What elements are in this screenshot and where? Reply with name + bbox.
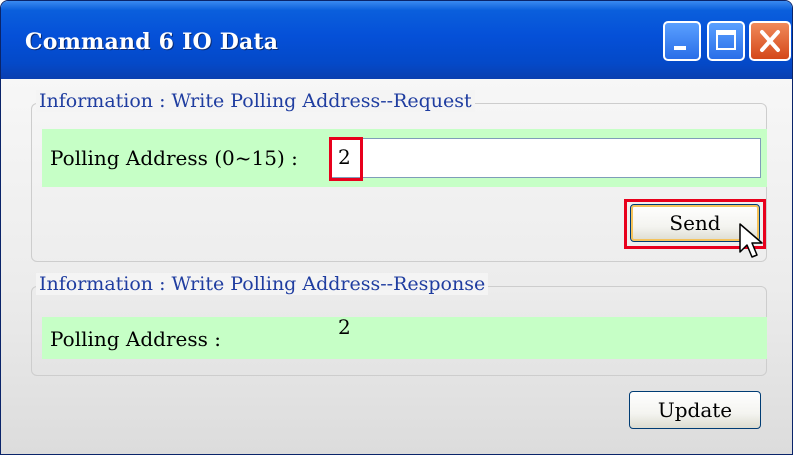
- polling-address-label: Polling Address (0~15) :: [50, 146, 298, 170]
- update-button[interactable]: Update: [629, 391, 761, 429]
- response-polling-address-label: Polling Address :: [50, 327, 221, 351]
- mouse-pointer-icon: [739, 223, 763, 258]
- close-icon: [760, 30, 780, 52]
- minimize-button[interactable]: [663, 21, 701, 61]
- request-group: Information : Write Polling Address--Req…: [31, 90, 767, 262]
- request-group-caption: Information : Write Polling Address--Req…: [36, 90, 475, 112]
- close-button[interactable]: [749, 21, 791, 61]
- update-button-label: Update: [657, 398, 733, 422]
- maximize-icon: [716, 30, 736, 50]
- polling-address-input[interactable]: 2: [331, 138, 761, 178]
- maximize-button[interactable]: [707, 21, 745, 61]
- title-bar[interactable]: Command 6 IO Data: [1, 1, 792, 79]
- response-polling-address-value: 2: [338, 315, 351, 339]
- input-highlight-box: [329, 137, 363, 181]
- dialog-client-area: Information : Write Polling Address--Req…: [1, 79, 792, 454]
- response-group: Information : Write Polling Address--Res…: [31, 273, 767, 376]
- window-title: Command 6 IO Data: [25, 29, 279, 55]
- dialog-window: Command 6 IO Data Information : Write Po…: [0, 0, 793, 455]
- response-group-caption: Information : Write Polling Address--Res…: [36, 273, 489, 295]
- minimize-icon: [674, 46, 686, 50]
